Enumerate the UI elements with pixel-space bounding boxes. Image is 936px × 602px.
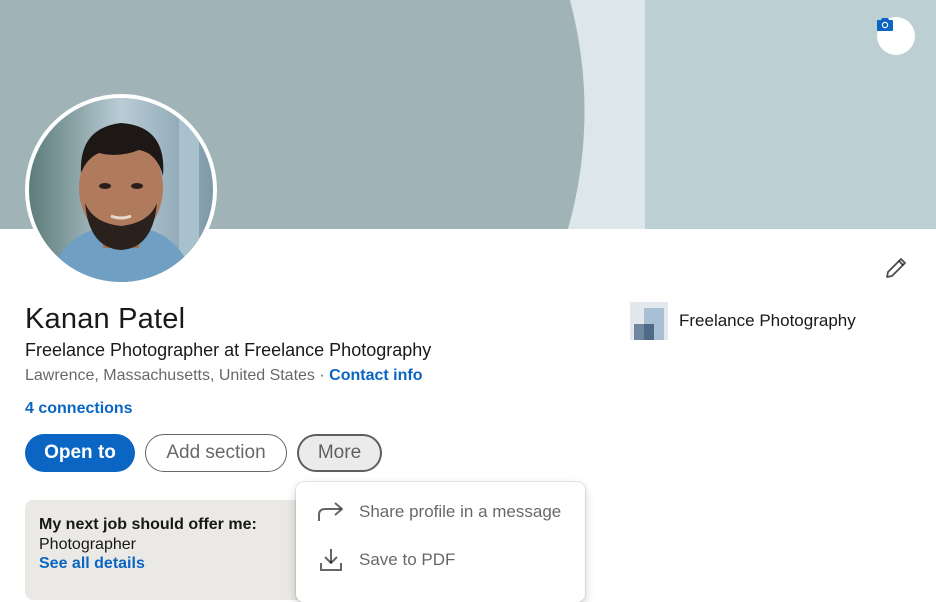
experience-company[interactable]: Freelance Photography <box>630 302 856 340</box>
more-menu: Share profile in a message Save to PDF <box>296 482 585 602</box>
person-photo <box>29 98 213 282</box>
edit-intro-button[interactable] <box>880 252 912 284</box>
open-to-button[interactable]: Open to <box>25 434 135 472</box>
contact-info-link[interactable]: Contact info <box>329 367 422 384</box>
profile-name: Kanan Patel <box>25 303 186 335</box>
share-arrow-icon <box>316 497 346 527</box>
camera-icon <box>877 18 893 31</box>
profile-photo[interactable] <box>25 94 217 286</box>
menu-item-label: Save to PDF <box>359 550 456 569</box>
menu-item-label: Share profile in a message <box>359 502 562 521</box>
company-name: Freelance Photography <box>679 311 856 330</box>
open-to-work-title: My next job should offer me: <box>39 516 257 533</box>
company-logo <box>630 302 668 340</box>
profile-location: Lawrence, Massachusetts, United States <box>25 367 315 384</box>
pencil-icon <box>886 258 906 278</box>
location-line: Lawrence, Massachusetts, United States ·… <box>25 367 422 385</box>
menu-item-share-profile[interactable]: Share profile in a message <box>296 488 585 536</box>
separator: · <box>319 367 325 384</box>
connections-link[interactable]: 4 connections <box>25 400 133 418</box>
see-all-details-link[interactable]: See all details <box>39 555 311 573</box>
open-to-work-card[interactable]: My next job should offer me: Photographe… <box>25 500 325 600</box>
edit-banner-button[interactable] <box>877 17 915 55</box>
open-to-work-value: Photographer <box>39 536 136 553</box>
profile-headline: Freelance Photographer at Freelance Phot… <box>25 340 432 360</box>
menu-item-save-pdf[interactable]: Save to PDF <box>296 536 585 584</box>
download-icon <box>316 545 346 575</box>
more-button[interactable]: More <box>297 434 382 472</box>
add-section-button[interactable]: Add section <box>145 434 287 472</box>
